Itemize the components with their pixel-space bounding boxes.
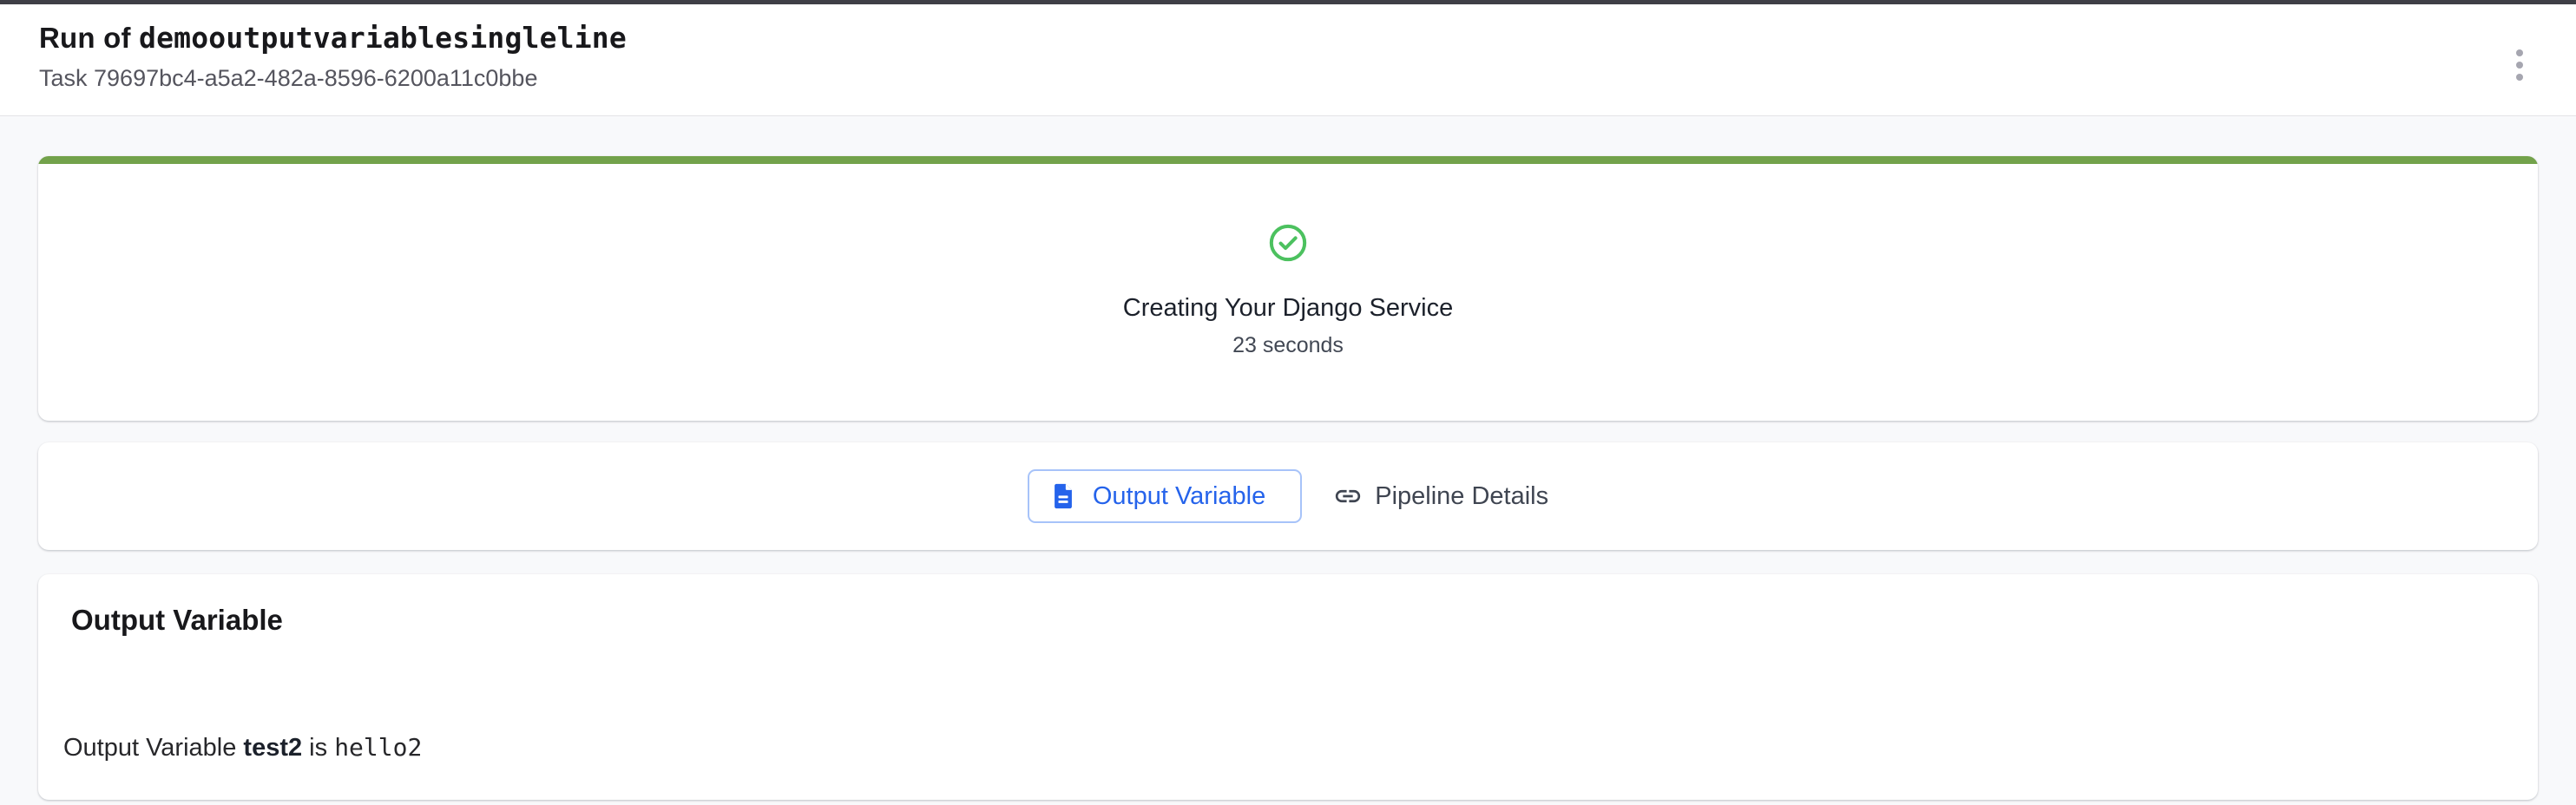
main-content: Creating Your Django Service 23 seconds … [0, 116, 2576, 800]
kebab-dot [2516, 74, 2523, 81]
kebab-dot [2516, 62, 2523, 69]
output-variable-card: Output Variable Output Variable test2 is… [38, 574, 2538, 800]
output-line-connector: is [302, 734, 334, 762]
run-header: Run of demooutputvariablesingleline Task… [0, 4, 2576, 116]
tab-row: Output Variable Pipeline Details [1028, 469, 1548, 523]
document-icon [1048, 481, 1078, 511]
task-id-subtitle: Task 79697bc4-a5a2-482a-8596-6200a11c0bb… [39, 63, 2537, 93]
output-variable-value: hello2 [334, 733, 422, 762]
status-card-body: Creating Your Django Service 23 seconds [38, 164, 2538, 421]
tab-output-variable[interactable]: Output Variable [1028, 469, 1302, 523]
link-icon [1333, 481, 1363, 511]
tab-pipeline-details[interactable]: Pipeline Details [1333, 481, 1548, 511]
page-title-prefix: Run of [39, 22, 139, 54]
check-circle-icon [1268, 223, 1308, 263]
kebab-menu-icon[interactable] [2505, 46, 2534, 84]
page-title: Run of demooutputvariablesingleline [39, 21, 2537, 56]
output-line-prefix: Output Variable [63, 734, 243, 762]
status-success-bar [38, 156, 2538, 164]
status-title: Creating Your Django Service [1123, 292, 1453, 324]
status-duration: 23 seconds [1232, 332, 1344, 358]
kebab-dot [2516, 49, 2523, 56]
output-variable-heading: Output Variable [71, 603, 2505, 638]
status-card: Creating Your Django Service 23 seconds [38, 156, 2538, 421]
output-variable-line: Output Variable test2 is hello2 [63, 733, 2505, 762]
page-title-run-name: demooutputvariablesingleline [139, 21, 627, 55]
tab-output-variable-label: Output Variable [1093, 482, 1265, 511]
tab-pipeline-details-label: Pipeline Details [1375, 482, 1548, 511]
output-variable-name: test2 [243, 734, 302, 762]
tabs-card: Output Variable Pipeline Details [38, 442, 2538, 550]
